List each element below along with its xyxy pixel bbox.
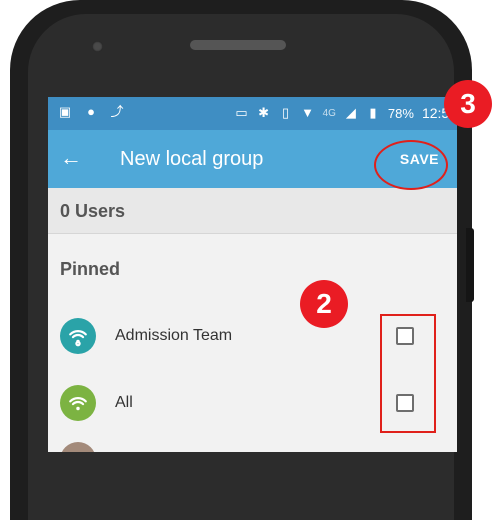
section-header-pinned: Pinned <box>60 259 121 279</box>
missed-call-icon: ⤴ <box>110 104 124 119</box>
save-highlight-ellipse <box>374 140 448 190</box>
cast-icon: ▭ <box>235 105 248 120</box>
battery-percent: 78% <box>387 105 414 121</box>
status-left-icons: ▣ ● ⤴ <box>58 105 124 119</box>
network-type: 4G <box>322 107 336 119</box>
android-icon: ● <box>87 104 95 119</box>
users-count: 0 Users <box>60 201 126 221</box>
earpiece-speaker <box>190 40 286 50</box>
status-bar: ▣ ● ⤴ ▭ ✱ ▯ ▼ 4G ◢ ▮ 78% 12:57 <box>48 97 457 130</box>
wifi-icon <box>60 318 96 354</box>
back-arrow-icon[interactable]: ← <box>60 144 82 172</box>
checkbox-highlight-rect <box>380 314 436 433</box>
photo-icon: ▣ <box>58 104 72 119</box>
bluetooth-icon: ✱ <box>258 105 270 120</box>
users-count-row: 0 Users <box>48 188 457 234</box>
battery-icon: ▮ <box>369 105 377 120</box>
front-camera <box>92 41 103 52</box>
power-button <box>466 228 474 302</box>
wifi-icon: ▼ <box>301 105 315 120</box>
avatar <box>60 442 96 452</box>
group-name: Admission Team <box>115 327 233 344</box>
step-badge-2: 2 <box>300 280 348 328</box>
step-badge-3: 3 <box>444 80 492 128</box>
status-right-icons: ▭ ✱ ▯ ▼ 4G ◢ ▮ 78% 12:57 <box>235 105 457 121</box>
group-name: All <box>115 394 133 411</box>
signal-icon: ◢ <box>345 105 356 120</box>
wifi-icon <box>60 385 96 421</box>
page-title: New local group <box>120 148 264 170</box>
vibrate-icon: ▯ <box>282 105 290 120</box>
